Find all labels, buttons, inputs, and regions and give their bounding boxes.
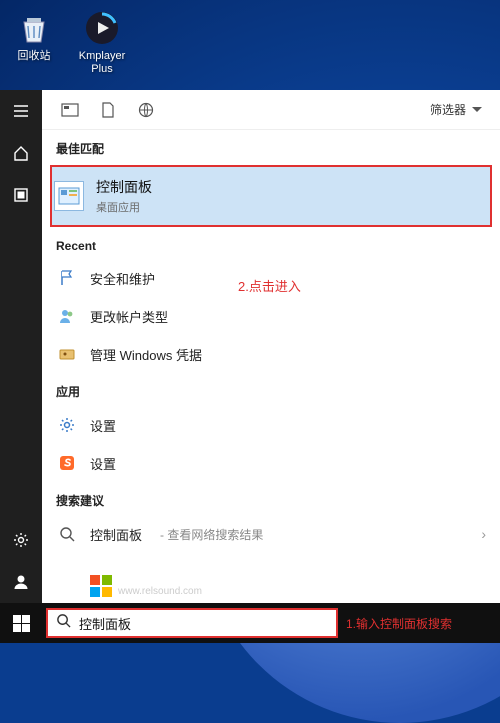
app-item[interactable]: 设置 bbox=[42, 406, 500, 444]
search-icon bbox=[56, 523, 78, 545]
filter-button[interactable]: 筛选器 bbox=[424, 97, 488, 122]
best-match-subtitle: 桌面应用 bbox=[96, 199, 152, 215]
flag-icon bbox=[56, 267, 78, 289]
gear-icon bbox=[56, 414, 78, 436]
result-label: 控制面板 bbox=[90, 525, 142, 544]
settings-button[interactable] bbox=[0, 519, 42, 561]
hamburger-button[interactable] bbox=[0, 90, 42, 132]
search-input[interactable] bbox=[79, 616, 330, 631]
annotation-step1: 1.输入控制面板搜索 bbox=[346, 615, 452, 632]
kmplayer-icon bbox=[82, 8, 122, 48]
chevron-down-icon bbox=[472, 107, 482, 112]
section-title-recent: Recent bbox=[42, 229, 500, 259]
recent-item[interactable]: 更改帐户类型 bbox=[42, 297, 500, 335]
taskbar: 1.输入控制面板搜索 bbox=[0, 603, 500, 643]
section-title-suggestions: 搜索建议 bbox=[42, 482, 500, 515]
search-results-panel: 筛选器 最佳匹配 控制面板 桌面应用 Recent bbox=[42, 90, 500, 643]
windows-logo-icon bbox=[13, 615, 30, 632]
start-button[interactable] bbox=[0, 603, 42, 643]
result-label: 更改帐户类型 bbox=[90, 307, 168, 326]
scope-web-button[interactable] bbox=[130, 96, 162, 124]
best-match-title: 控制面板 bbox=[96, 177, 152, 197]
result-hint: - 查看网络搜索结果 bbox=[160, 526, 263, 543]
sogou-icon bbox=[56, 452, 78, 474]
result-label: 设置 bbox=[90, 416, 116, 435]
rail-app-button[interactable] bbox=[0, 174, 42, 216]
desktop-icon-label: Kmplayer Plus bbox=[76, 50, 128, 76]
section-title-apps: 应用 bbox=[42, 373, 500, 406]
taskbar-search-box[interactable] bbox=[48, 610, 336, 636]
desktop-icon-kmplayer[interactable]: Kmplayer Plus bbox=[76, 8, 128, 76]
account-button[interactable] bbox=[0, 561, 42, 603]
search-icon bbox=[56, 613, 71, 633]
desktop-icon-label: 回收站 bbox=[18, 50, 51, 63]
scope-apps-button[interactable] bbox=[54, 96, 86, 124]
annotation-step2: 2.点击进入 bbox=[238, 276, 301, 295]
chevron-right-icon: › bbox=[481, 526, 486, 542]
filter-label: 筛选器 bbox=[430, 101, 466, 118]
start-rail bbox=[0, 90, 42, 643]
suggestion-item[interactable]: 控制面板 - 查看网络搜索结果 › bbox=[42, 515, 500, 553]
desktop-icon-recycle-bin[interactable]: 回收站 bbox=[8, 8, 60, 76]
users-icon bbox=[56, 305, 78, 327]
recent-item[interactable]: 管理 Windows 凭据 bbox=[42, 335, 500, 373]
watermark-line2: www.relsound.com bbox=[118, 587, 202, 597]
result-label: 管理 Windows 凭据 bbox=[90, 345, 202, 364]
app-item[interactable]: 设置 bbox=[42, 444, 500, 482]
result-label: 安全和维护 bbox=[90, 269, 155, 288]
scope-documents-button[interactable] bbox=[92, 96, 124, 124]
best-match-item[interactable]: 控制面板 桌面应用 bbox=[52, 167, 490, 225]
recycle-bin-icon bbox=[14, 8, 54, 48]
control-panel-icon bbox=[54, 181, 84, 211]
watermark-logo-icon bbox=[90, 575, 112, 597]
section-title-best-match: 最佳匹配 bbox=[42, 130, 500, 163]
credential-icon bbox=[56, 343, 78, 365]
watermark: win11系统之家 www.relsound.com bbox=[90, 575, 202, 597]
home-button[interactable] bbox=[0, 132, 42, 174]
result-label: 设置 bbox=[90, 454, 116, 473]
